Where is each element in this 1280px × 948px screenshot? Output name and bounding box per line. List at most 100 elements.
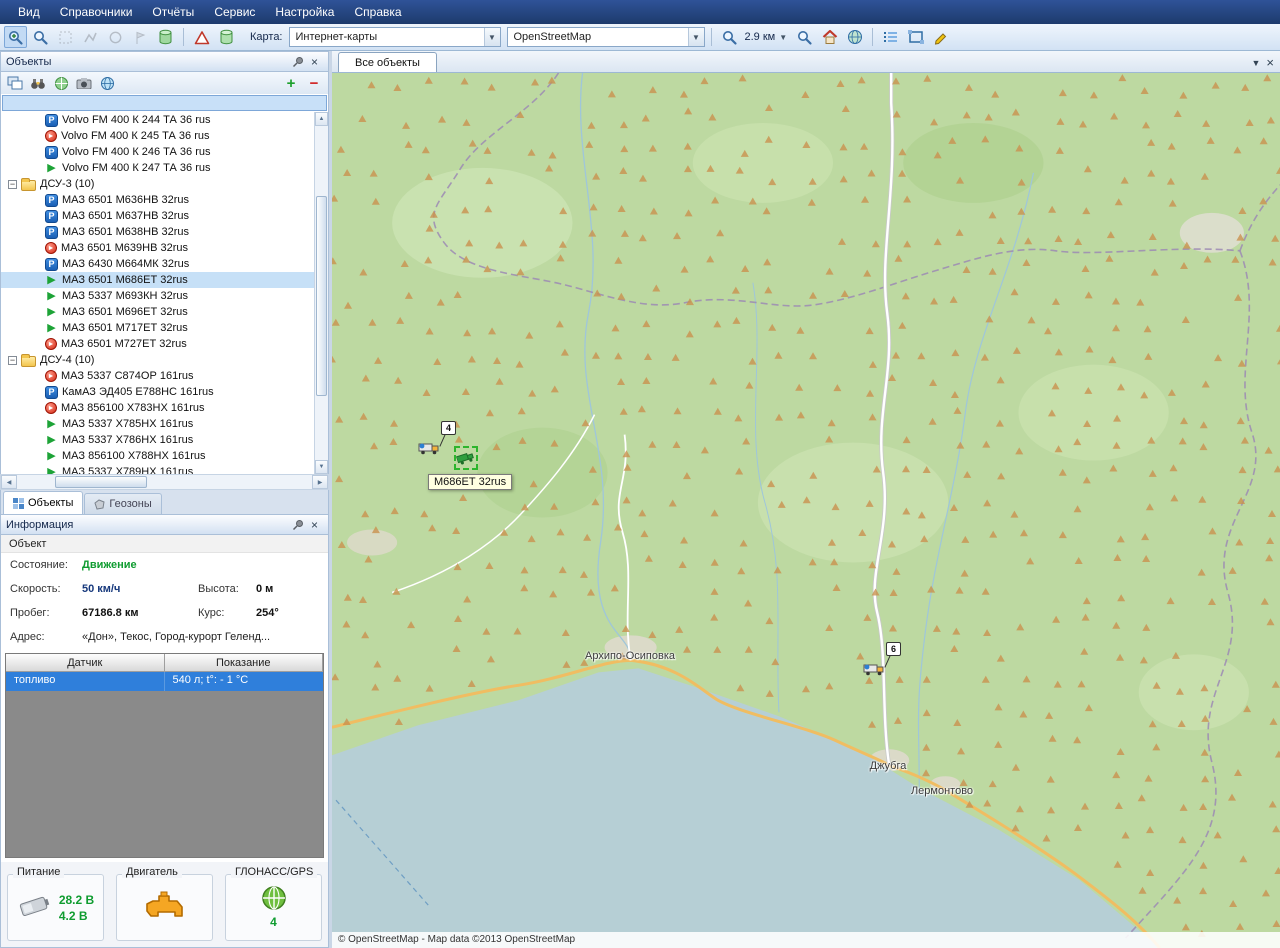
- tree-folder[interactable]: −ДСУ-3 (10): [1, 176, 314, 192]
- sensor-row[interactable]: топливо540 л; t°: - 1 °С: [6, 672, 323, 691]
- marker-count-flag[interactable]: 4: [441, 421, 456, 435]
- map-canvas[interactable]: Архипо-ОсиповкаДжубгаЛермонтово4М686ЕТ 3…: [332, 73, 1280, 948]
- moving-status-icon: ▶: [45, 306, 58, 319]
- tree-item[interactable]: ►МАЗ 5337 С874ОР 161rus: [1, 368, 314, 384]
- tab-objects[interactable]: Объекты: [3, 491, 83, 514]
- tree-item[interactable]: PМАЗ 6430 М664МК 32rus: [1, 256, 314, 272]
- chevron-down-icon[interactable]: ▼: [484, 28, 500, 46]
- tree-item[interactable]: PVolvo FM 400 К 244 ТА 36 rus: [1, 112, 314, 128]
- menu-item[interactable]: Сервис: [204, 2, 265, 22]
- tree-item[interactable]: PVolvo FM 400 К 246 ТА 36 rus: [1, 144, 314, 160]
- tree-item[interactable]: ▶МАЗ 5337 М693КН 32rus: [1, 288, 314, 304]
- tree-item-label: Volvo FM 400 К 244 ТА 36 rus: [62, 114, 211, 126]
- tree-item[interactable]: ►Volvo FM 400 К 245 ТА 36 rus: [1, 128, 314, 144]
- home-button[interactable]: [818, 26, 841, 48]
- vehicle-marker[interactable]: [418, 441, 440, 458]
- tree-item[interactable]: ►МАЗ 6501 М727ЕТ 32rus: [1, 336, 314, 352]
- selected-vehicle-marker[interactable]: [454, 446, 478, 470]
- tree-item[interactable]: ▶МАЗ 5337 Х786НХ 161rus: [1, 432, 314, 448]
- tree-folder[interactable]: −ДСУ-4 (10): [1, 352, 314, 368]
- world-button[interactable]: [97, 74, 117, 93]
- map-attribution: © OpenStreetMap - Map data ©2013 OpenStr…: [332, 932, 1280, 948]
- tree-item[interactable]: PМАЗ 6501 М637НВ 32rus: [1, 208, 314, 224]
- info-panel-title: Информация: [6, 519, 289, 531]
- add-object-button[interactable]: +: [281, 74, 301, 93]
- menu-item[interactable]: Настройка: [265, 2, 344, 22]
- map-provider-combo[interactable]: OpenStreetMap▼: [507, 27, 705, 47]
- camera-button[interactable]: [74, 74, 94, 93]
- globe-button[interactable]: [843, 26, 866, 48]
- satellites-count: 4: [270, 914, 277, 930]
- scroll-left-icon[interactable]: ◀: [1, 475, 17, 489]
- tree-vertical-scrollbar[interactable]: ▲ ▼: [314, 112, 328, 474]
- tab-geozones[interactable]: Геозоны: [84, 493, 161, 514]
- sensor-col-header[interactable]: Датчик: [6, 654, 165, 672]
- tree-item-label: МАЗ 6501 М639НВ 32rus: [61, 242, 188, 254]
- map-tab-all-objects[interactable]: Все объекты: [338, 52, 437, 72]
- scrollbar-thumb[interactable]: [316, 196, 327, 396]
- menu-item[interactable]: Справка: [344, 2, 411, 22]
- zoom-tool-button[interactable]: [4, 26, 27, 48]
- tree-item-label: МАЗ 6501 М696ЕТ 32rus: [62, 306, 188, 318]
- info-panel-header: Информация ×: [0, 514, 329, 535]
- moving-status-icon: ▶: [45, 450, 58, 463]
- pin-icon[interactable]: [289, 517, 306, 533]
- object-section-label: Объект: [1, 535, 328, 553]
- speed-value: 50 км/ч: [82, 583, 198, 595]
- menu-item[interactable]: Вид: [8, 2, 50, 22]
- map-frame-button[interactable]: [904, 26, 927, 48]
- tree-item[interactable]: ►МАЗ 6501 М639НВ 32rus: [1, 240, 314, 256]
- toolbar-separator: [183, 28, 184, 46]
- place-label: Лермонтово: [911, 785, 973, 797]
- geodata-button[interactable]: [215, 26, 238, 48]
- scroll-up-icon[interactable]: ▲: [315, 112, 328, 126]
- object-filter-input[interactable]: [2, 95, 327, 111]
- menu-item[interactable]: Справочники: [50, 2, 143, 22]
- tree-item[interactable]: ▶МАЗ 6501 М686ЕТ 32rus: [1, 272, 314, 288]
- tree-item[interactable]: ▶Volvo FM 400 К 247 ТА 36 rus: [1, 160, 314, 176]
- tree-horizontal-scrollbar[interactable]: ◀ ▶: [0, 474, 329, 490]
- scroll-down-icon[interactable]: ▼: [315, 460, 328, 474]
- map-source-combo[interactable]: Интернет-карты▼: [289, 27, 501, 47]
- pin-icon[interactable]: [289, 54, 306, 70]
- cascade-windows-button[interactable]: [5, 74, 25, 93]
- state-label: Состояние:: [10, 559, 82, 571]
- setsquare-tool-button[interactable]: [190, 26, 213, 48]
- tab-list-icon[interactable]: ▼: [1251, 58, 1260, 68]
- tree-item[interactable]: ►МАЗ 856100 Х783НХ 161rus: [1, 400, 314, 416]
- show-on-map-button[interactable]: [51, 74, 71, 93]
- tree-item[interactable]: PМАЗ 6501 М636НВ 32rus: [1, 192, 314, 208]
- tree-item[interactable]: PМАЗ 6501 М638НВ 32rus: [1, 224, 314, 240]
- close-icon[interactable]: ×: [306, 517, 323, 533]
- binoculars-button[interactable]: [28, 74, 48, 93]
- collapse-icon[interactable]: −: [8, 180, 17, 189]
- scrollbar-thumb[interactable]: [55, 476, 147, 488]
- scroll-right-icon[interactable]: ▶: [312, 475, 328, 489]
- scale-zoom-button[interactable]: [718, 26, 741, 48]
- address-value: «Дон», Текос, Город-курорт Геленд...: [82, 631, 319, 643]
- engine-group: Двигатель: [116, 874, 213, 941]
- vehicle-marker[interactable]: [863, 662, 885, 679]
- value-col-header[interactable]: Показание: [165, 654, 324, 672]
- state-row: Состояние: Движение: [1, 553, 328, 577]
- marker-count-flag[interactable]: 6: [886, 642, 901, 656]
- menu-item[interactable]: Отчёты: [142, 2, 204, 22]
- find-on-map-button[interactable]: [793, 26, 816, 48]
- remove-object-button[interactable]: −: [304, 74, 324, 93]
- legend-button[interactable]: [879, 26, 902, 48]
- tracks-database-button[interactable]: [154, 26, 177, 48]
- close-tab-icon[interactable]: ×: [1266, 58, 1274, 68]
- pan-tool-button[interactable]: [29, 26, 52, 48]
- tree-item[interactable]: ▶МАЗ 6501 М717ЕТ 32rus: [1, 320, 314, 336]
- tree-item[interactable]: ▶МАЗ 5337 Х789НХ 161rus: [1, 464, 314, 474]
- collapse-icon[interactable]: −: [8, 356, 17, 365]
- edit-button[interactable]: [929, 26, 952, 48]
- chevron-down-icon[interactable]: ▼: [688, 28, 704, 46]
- tree-item[interactable]: ▶ МАЗ 6501 М696ЕТ 32rus: [1, 304, 314, 320]
- chevron-down-icon[interactable]: ▼: [779, 33, 787, 42]
- close-icon[interactable]: ×: [306, 54, 323, 70]
- tree-item[interactable]: PКамАЗ ЭД405 Е788НС 161rus: [1, 384, 314, 400]
- main-toolbar: Карта: Интернет-карты▼ OpenStreetMap▼ 2.…: [0, 24, 1280, 51]
- tree-item[interactable]: ▶МАЗ 5337 Х785НХ 161rus: [1, 416, 314, 432]
- tree-item[interactable]: ▶МАЗ 856100 Х788НХ 161rus: [1, 448, 314, 464]
